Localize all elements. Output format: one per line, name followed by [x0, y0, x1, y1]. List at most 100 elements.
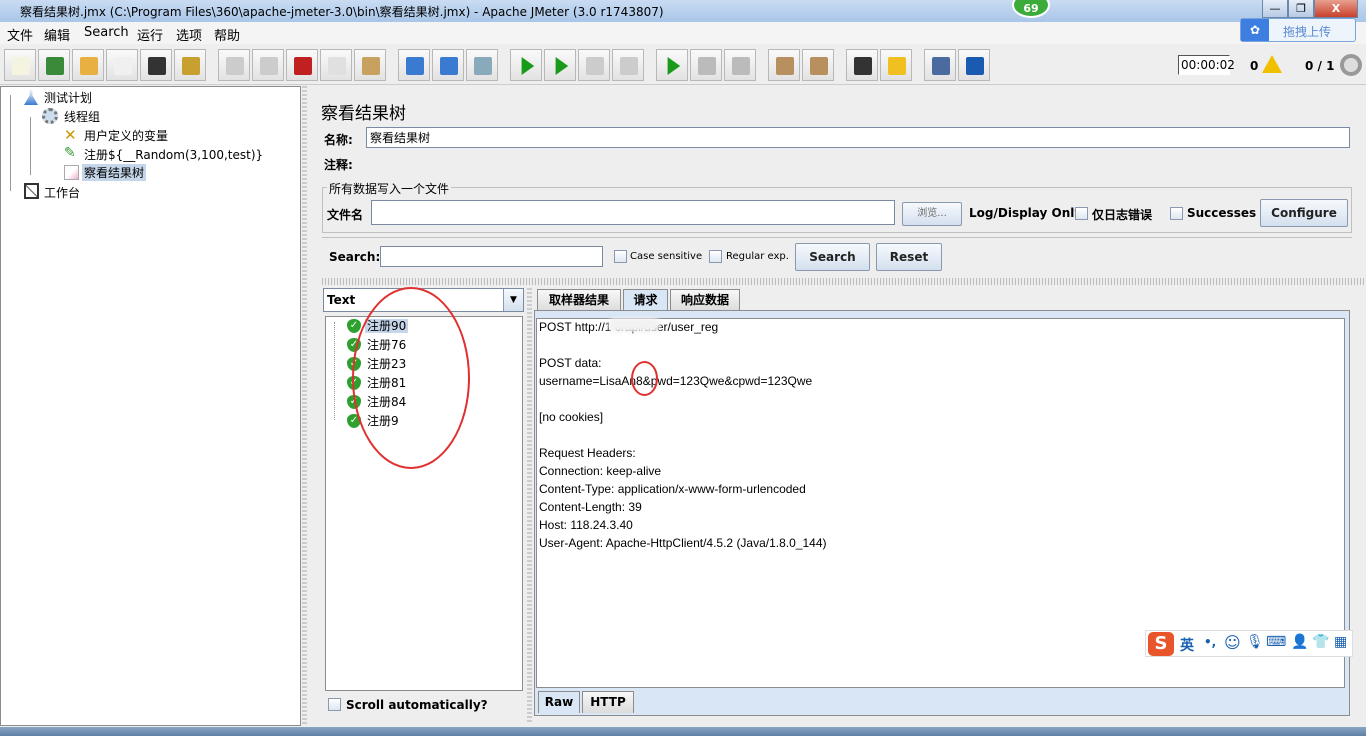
case-sensitive-checkbox[interactable]: [614, 250, 627, 263]
ime-punctuation[interactable]: •,: [1204, 635, 1216, 649]
scroll-auto-checkbox[interactable]: [328, 698, 341, 711]
clear-icon: [776, 57, 794, 75]
templates-button[interactable]: [38, 49, 70, 81]
http-sampler-icon: ✎: [64, 145, 76, 161]
search-input[interactable]: [380, 246, 603, 267]
emoji-icon[interactable]: ☺: [1224, 633, 1241, 652]
redo-icon: [260, 57, 278, 75]
toolbox-icon[interactable]: ▦: [1334, 634, 1347, 650]
shutdown-button[interactable]: [612, 49, 644, 81]
tree-item-view-results-tree[interactable]: 察看结果树: [82, 164, 147, 181]
close-button[interactable]: [106, 49, 138, 81]
cut-button[interactable]: [286, 49, 318, 81]
help-button[interactable]: [958, 49, 990, 81]
function-helper-button[interactable]: [924, 49, 956, 81]
request-line: [no cookies]: [539, 410, 604, 424]
search-button[interactable]: Search: [795, 243, 870, 271]
regex-checkbox[interactable]: [709, 250, 722, 263]
reset-button[interactable]: Reset: [876, 243, 942, 271]
remote-start-button[interactable]: [656, 49, 688, 81]
menu-options[interactable]: 选项: [176, 25, 202, 44]
remote-shutdown-icon: [732, 57, 750, 75]
help-icon: [966, 57, 984, 75]
expand-button[interactable]: [398, 49, 430, 81]
page-title: 察看结果树: [321, 104, 406, 124]
ime-language[interactable]: 英: [1180, 635, 1194, 655]
tree-item-user-variables[interactable]: 用户定义的变量: [84, 127, 168, 144]
menu-help[interactable]: 帮助: [214, 25, 240, 44]
skin-icon[interactable]: 👕: [1312, 634, 1329, 650]
annotation-ellipse-small: [631, 361, 658, 396]
request-line: Content-Length: 39: [539, 500, 642, 514]
tab-sampler-result[interactable]: 取样器结果: [537, 289, 621, 311]
close-button[interactable]: X: [1314, 0, 1358, 18]
timer: 00:00:02: [1178, 55, 1235, 75]
start-no-pause-button[interactable]: [544, 49, 576, 81]
notification-badge[interactable]: 69: [1012, 0, 1050, 18]
menu-edit[interactable]: 编辑: [44, 25, 70, 44]
configure-button[interactable]: Configure: [1260, 199, 1348, 227]
request-line: POST data:: [539, 356, 602, 370]
tab-http[interactable]: HTTP: [582, 691, 634, 713]
tree-item-test-plan[interactable]: 测试计划: [44, 89, 92, 106]
splitter[interactable]: [302, 86, 307, 726]
remote-start-icon: [667, 57, 681, 75]
results-splitter[interactable]: [527, 288, 532, 724]
new-button[interactable]: [4, 49, 36, 81]
annotation-ellipse-large: [352, 287, 470, 469]
undo-icon: [226, 57, 244, 75]
paste-button[interactable]: [354, 49, 386, 81]
tree-item-workbench[interactable]: 工作台: [44, 184, 80, 201]
microphone-icon[interactable]: 🎙: [1246, 634, 1264, 650]
user-icon[interactable]: 👤: [1291, 634, 1308, 650]
menu-file[interactable]: 文件: [7, 25, 33, 44]
tree-item-register-sampler[interactable]: 注册${__Random(3,100,test)}: [84, 146, 263, 163]
collapse-button[interactable]: [432, 49, 464, 81]
save-button[interactable]: [140, 49, 172, 81]
menu-run[interactable]: 运行: [137, 25, 163, 44]
keyboard-icon[interactable]: ⌨: [1266, 634, 1286, 650]
reset-search-icon: [888, 57, 906, 75]
test-plan-tree[interactable]: [0, 86, 301, 726]
copy-button[interactable]: [320, 49, 352, 81]
remote-stop-button[interactable]: [690, 49, 722, 81]
redo-button[interactable]: [252, 49, 284, 81]
save-as-button[interactable]: [174, 49, 206, 81]
ime-toolbar[interactable]: S 英 •, ☺ 🎙 ⌨ 👤 👕 ▦: [1145, 630, 1353, 657]
start-icon: [521, 57, 535, 75]
reset-search-button[interactable]: [880, 49, 912, 81]
filename-input[interactable]: [371, 200, 895, 225]
start-button[interactable]: [510, 49, 542, 81]
browse-button[interactable]: 浏览...: [902, 202, 962, 226]
menu-search[interactable]: Search: [84, 25, 129, 40]
maximize-button[interactable]: ❐: [1288, 0, 1314, 18]
cloud-icon: ✿: [1241, 19, 1269, 41]
successes-label: Successes: [1187, 206, 1257, 220]
warning-icon[interactable]: [1262, 55, 1282, 73]
errors-only-label: 仅日志错误: [1092, 208, 1153, 222]
search-button[interactable]: [846, 49, 878, 81]
minimize-button[interactable]: —: [1262, 0, 1288, 18]
toggle-button[interactable]: [466, 49, 498, 81]
errors-only-checkbox[interactable]: [1075, 207, 1088, 220]
tree-item-thread-group[interactable]: 线程组: [64, 108, 100, 125]
successes-checkbox[interactable]: [1170, 207, 1183, 220]
case-sensitive-label: Case sensitive: [630, 251, 703, 262]
tab-response-data[interactable]: 响应数据: [670, 289, 740, 311]
collapse-icon: [440, 57, 458, 75]
name-input[interactable]: [366, 127, 1350, 148]
taskbar: [0, 727, 1366, 736]
split-divider[interactable]: [322, 278, 1366, 285]
clear-all-button[interactable]: [802, 49, 834, 81]
remote-shutdown-button[interactable]: [724, 49, 756, 81]
tab-raw[interactable]: Raw: [538, 691, 580, 713]
stop-button[interactable]: [578, 49, 610, 81]
clear-button[interactable]: [768, 49, 800, 81]
window-title: 察看结果树.jmx (C:\Program Files\360\apache-j…: [20, 5, 664, 19]
upload-bubble[interactable]: ✿ 拖拽上传: [1240, 18, 1356, 42]
search-icon: [854, 57, 872, 75]
open-button[interactable]: [72, 49, 104, 81]
undo-button[interactable]: [218, 49, 250, 81]
tab-request[interactable]: 请求: [623, 289, 668, 311]
warning-count: 0: [1250, 59, 1259, 73]
